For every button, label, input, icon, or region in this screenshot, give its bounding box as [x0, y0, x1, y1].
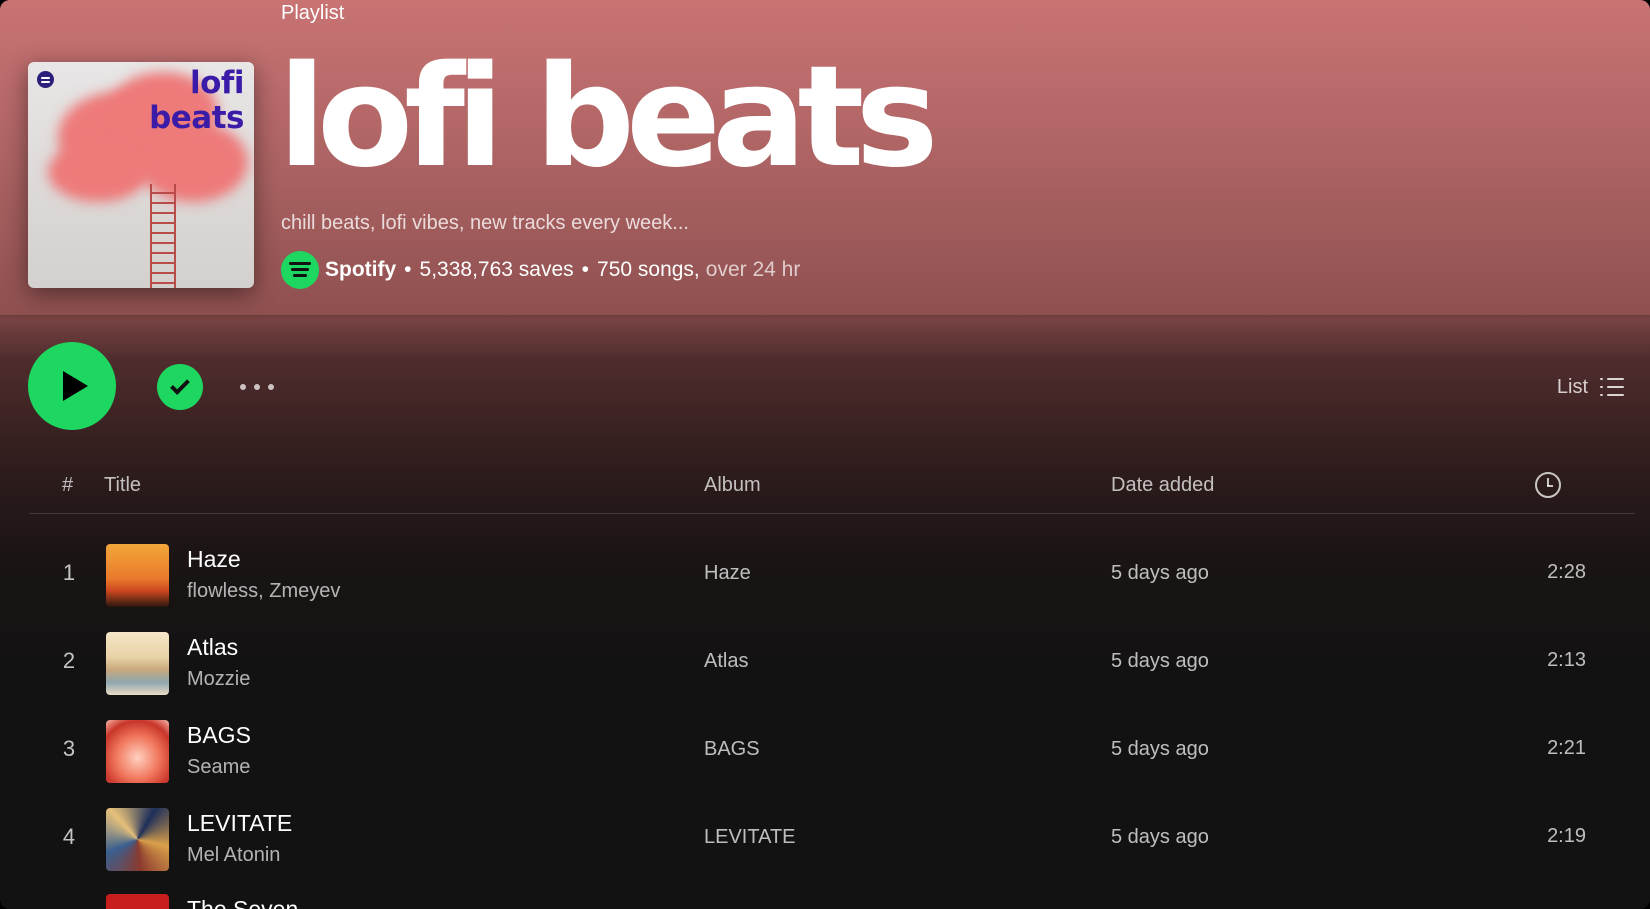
app-window: lofi beats Playlist lofi beats chill bea… [0, 0, 1650, 909]
playlist-cover[interactable]: lofi beats [28, 62, 254, 288]
more-horizontal-icon [240, 384, 246, 390]
track-title[interactable]: LEVITATE [187, 810, 292, 837]
cover-ladder [150, 184, 176, 288]
track-date-added: 5 days ago [1111, 826, 1209, 848]
track-artwork [106, 808, 169, 871]
track-number: 3 [62, 736, 76, 761]
saved-to-library-button[interactable] [157, 364, 203, 410]
clock-icon[interactable] [1535, 472, 1561, 498]
play-button[interactable] [28, 342, 116, 430]
spotify-logo-icon [37, 71, 54, 88]
track-artwork [106, 720, 169, 783]
track-album[interactable]: LEVITATE [704, 826, 796, 849]
track-duration: 2:21 [1547, 737, 1586, 759]
track-album[interactable]: BAGS [704, 738, 760, 761]
cover-title: lofi beats [149, 65, 244, 136]
track-title[interactable]: Haze [187, 546, 241, 573]
view-mode-label: List [1556, 375, 1588, 398]
track-row[interactable]: 3 BAGS Seame BAGS 5 days ago 2:21 [29, 706, 1635, 794]
header-number: # [62, 474, 74, 496]
track-table-header: # Title Album Date added [29, 468, 1635, 514]
track-row[interactable]: The Seven [29, 882, 1635, 909]
track-artwork [106, 894, 169, 909]
track-row[interactable]: 4 LEVITATE Mel Atonin LEVITATE 5 days ag… [29, 794, 1635, 882]
playlist-title[interactable]: lofi beats [278, 38, 939, 198]
playlist-description: chill beats, lofi vibes, new tracks ever… [281, 212, 689, 234]
track-duration: 2:19 [1547, 825, 1586, 847]
track-artwork [106, 544, 169, 607]
playlist-saves: 5,338,763 saves [419, 258, 574, 281]
track-artist[interactable]: Mel Atonin [187, 844, 280, 867]
track-artist[interactable]: Seame [187, 756, 250, 779]
list-view-icon [1600, 376, 1624, 398]
playlist-song-count: 750 songs, [597, 258, 700, 281]
track-artist[interactable]: flowless, Zmeyev [187, 580, 340, 603]
track-title[interactable]: The Seven [187, 896, 298, 909]
view-mode-toggle[interactable]: List [1557, 372, 1624, 402]
track-number: 4 [62, 824, 76, 849]
track-artist[interactable]: Mozzie [187, 668, 250, 691]
track-date-added: 5 days ago [1111, 562, 1209, 584]
track-title[interactable]: BAGS [187, 722, 251, 749]
track-date-added: 5 days ago [1111, 650, 1209, 672]
meta-separator: • [581, 258, 590, 281]
track-duration: 2:13 [1547, 649, 1586, 671]
cover-cloud [48, 142, 148, 202]
track-artwork [106, 632, 169, 695]
play-icon [62, 371, 88, 401]
track-row[interactable]: 2 Atlas Mozzie Atlas 5 days ago 2:13 [29, 618, 1635, 706]
check-icon [170, 375, 190, 395]
track-list: 1 Haze flowless, Zmeyev Haze 5 days ago … [29, 530, 1635, 882]
track-album[interactable]: Atlas [704, 650, 748, 673]
track-album[interactable]: Haze [704, 562, 751, 585]
more-options-button[interactable] [234, 377, 280, 397]
track-number: 2 [62, 648, 76, 673]
playlist-meta: Spotify • 5,338,763 saves • 750 songs, o… [281, 251, 800, 289]
track-title[interactable]: Atlas [187, 634, 238, 661]
spotify-logo-icon[interactable] [281, 251, 319, 289]
meta-separator: • [404, 258, 412, 281]
track-row[interactable]: 1 Haze flowless, Zmeyev Haze 5 days ago … [29, 530, 1635, 618]
playlist-type-label: Playlist [281, 2, 345, 24]
track-number: 1 [62, 560, 76, 585]
playlist-owner-link[interactable]: Spotify [325, 258, 396, 282]
track-duration: 2:28 [1547, 561, 1586, 583]
playlist-duration: over 24 hr [705, 258, 801, 281]
header-date-added[interactable]: Date added [1111, 474, 1214, 497]
header-album[interactable]: Album [704, 474, 761, 497]
track-date-added: 5 days ago [1111, 738, 1209, 760]
header-title[interactable]: Title [104, 474, 141, 497]
